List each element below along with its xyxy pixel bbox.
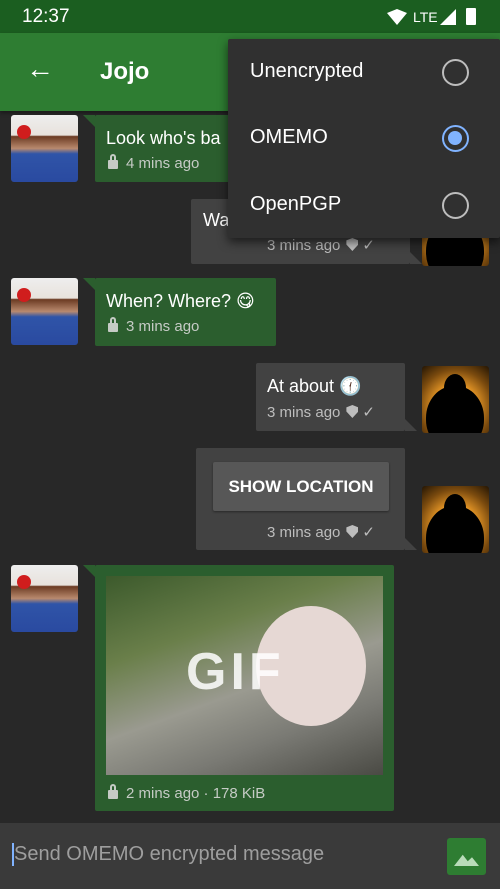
message-meta: 3 mins ago ✓: [267, 236, 375, 254]
gif-image[interactable]: GIF: [106, 576, 383, 775]
message-text: When? Where? 😋: [106, 291, 255, 311]
message-meta: 4 mins ago: [108, 154, 200, 172]
bubble-tail: [410, 252, 422, 264]
shield-check-icon: [346, 525, 359, 538]
bubble-tail: [83, 565, 95, 577]
message-time: 2 mins ago · 178 KiB: [126, 785, 266, 802]
check-icon: ✓: [362, 524, 375, 541]
contact-avatar[interactable]: [11, 278, 78, 345]
menu-item-unencrypted[interactable]: Unencrypted: [228, 39, 500, 105]
bubble-tail: [405, 419, 417, 431]
image-icon[interactable]: [447, 838, 486, 875]
message-text: Wa: [203, 210, 230, 230]
message-meta: 3 mins ago ✓: [267, 523, 375, 541]
contact-avatar[interactable]: [11, 565, 78, 632]
radio-button[interactable]: [442, 59, 469, 86]
message-time: 3 mins ago: [126, 318, 200, 335]
message-input[interactable]: [12, 843, 432, 866]
clock: 12:37: [22, 6, 70, 27]
message-meta: 3 mins ago ✓: [267, 403, 375, 421]
message-bubble[interactable]: GIF 2 mins ago · 178 KiB: [95, 565, 394, 811]
own-avatar[interactable]: [422, 366, 489, 433]
status-bar: 12:37 LTE: [0, 0, 500, 33]
radio-button-selected[interactable]: [442, 125, 469, 152]
message-text: Look who's ba: [106, 128, 221, 148]
message-time: 3 mins ago: [267, 524, 341, 541]
menu-item-omemo[interactable]: OMEMO: [228, 105, 500, 171]
shield-check-icon: [346, 405, 359, 418]
menu-item-label: OpenPGP: [250, 193, 342, 215]
contact-avatar[interactable]: [11, 115, 78, 182]
menu-item-openpgp[interactable]: OpenPGP: [228, 172, 500, 238]
battery-icon: [466, 8, 476, 25]
lock-icon: [108, 784, 118, 799]
message-bubble[interactable]: At about 🕧 3 mins ago ✓: [256, 363, 405, 431]
encryption-menu: Unencrypted OMEMO OpenPGP: [228, 39, 500, 238]
check-icon: ✓: [362, 404, 375, 421]
bubble-tail: [405, 538, 417, 550]
message-time: 3 mins ago: [267, 404, 341, 421]
menu-item-label: Unencrypted: [250, 60, 364, 82]
gif-label: GIF: [186, 643, 285, 701]
message-text: At about 🕧: [267, 376, 362, 396]
contact-name[interactable]: Jojo: [100, 58, 149, 86]
own-avatar[interactable]: [422, 486, 489, 553]
wifi-icon: [387, 9, 407, 25]
show-location-button[interactable]: SHOW LOCATION: [213, 462, 389, 511]
signal-icon: [440, 9, 456, 25]
message-meta: 3 mins ago: [108, 317, 200, 335]
message-time: 4 mins ago: [126, 155, 200, 172]
message-time: 3 mins ago: [267, 237, 341, 254]
message-meta: 2 mins ago · 178 KiB: [108, 784, 266, 802]
message-bubble[interactable]: SHOW LOCATION 3 mins ago ✓: [196, 448, 405, 550]
message-bubble[interactable]: When? Where? 😋 3 mins ago: [95, 278, 276, 346]
lock-icon: [108, 154, 118, 169]
check-icon: ✓: [362, 237, 375, 254]
bubble-tail: [83, 115, 95, 127]
network-type: LTE: [413, 9, 438, 25]
composer-bar: [0, 823, 500, 889]
arrow-left-icon[interactable]: ←: [26, 55, 54, 83]
menu-item-label: OMEMO: [250, 126, 328, 148]
lock-icon: [108, 317, 118, 332]
shield-check-icon: [346, 238, 359, 251]
radio-button[interactable]: [442, 192, 469, 219]
bubble-tail: [83, 278, 95, 290]
